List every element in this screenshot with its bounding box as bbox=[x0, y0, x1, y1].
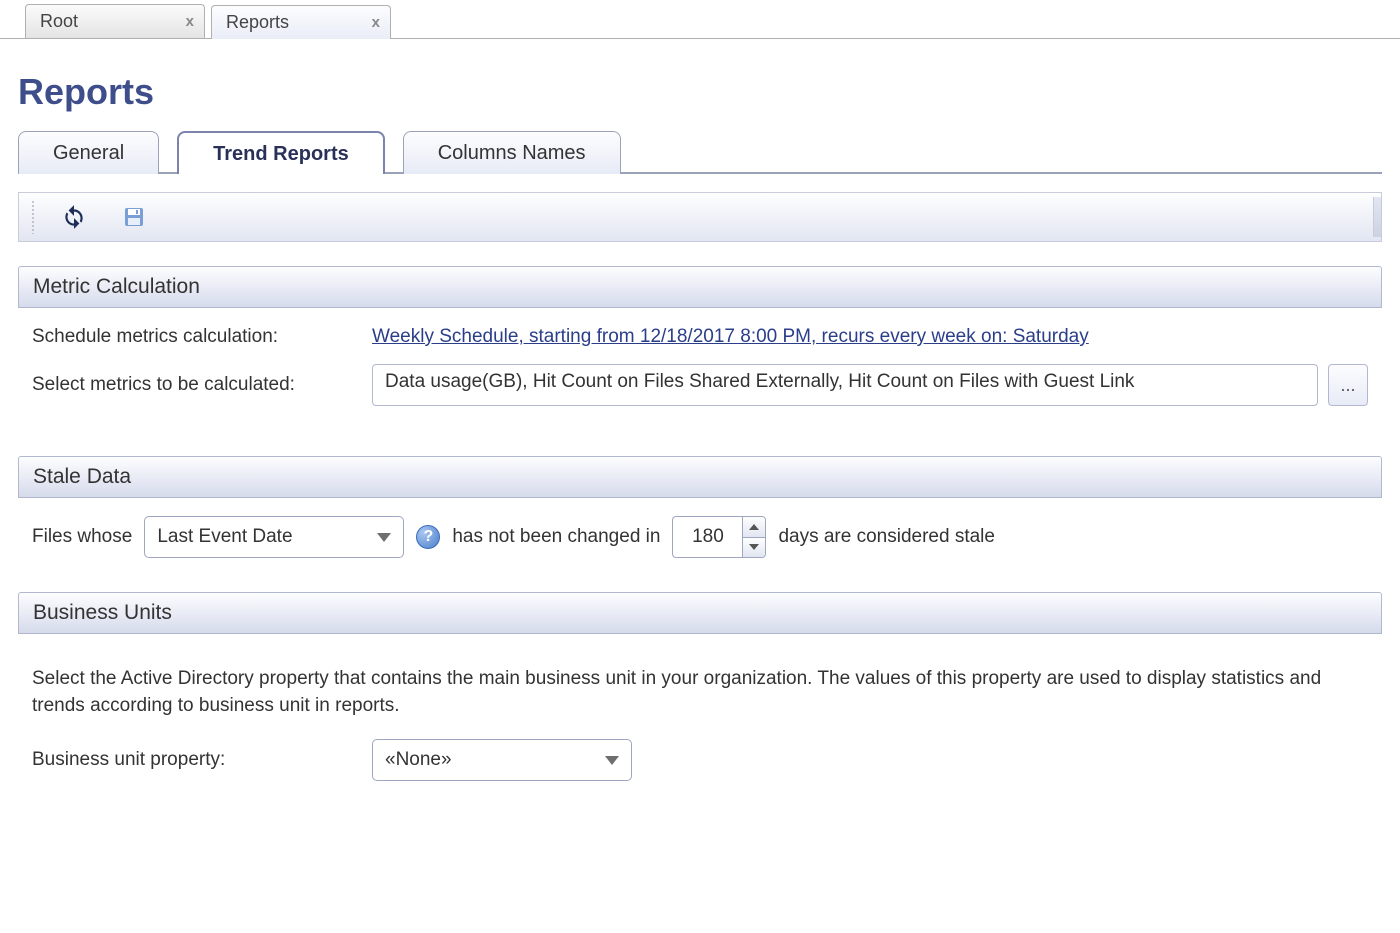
section-stale-data: Stale Data Files whose Last Event Date ?… bbox=[18, 456, 1382, 568]
tab-trend-reports-label: Trend Reports bbox=[213, 143, 349, 165]
metrics-browse-button[interactable]: ... bbox=[1328, 364, 1368, 406]
close-icon[interactable]: x bbox=[372, 14, 380, 31]
tab-columns-names[interactable]: Columns Names bbox=[403, 131, 621, 174]
toolbar bbox=[18, 192, 1382, 242]
section-metric-calculation: Metric Calculation Schedule metrics calc… bbox=[18, 266, 1382, 432]
page-title: Reports bbox=[18, 71, 1382, 113]
section-header-bu: Business Units bbox=[18, 592, 1382, 634]
bu-property-label: Business unit property: bbox=[32, 749, 362, 771]
bu-description: Select the Active Directory property tha… bbox=[32, 666, 1368, 719]
metrics-field[interactable]: Data usage(GB), Hit Count on Files Share… bbox=[372, 364, 1318, 406]
days-down-button[interactable] bbox=[743, 538, 765, 558]
bu-property-value: «None» bbox=[385, 749, 452, 771]
tab-trend-reports[interactable]: Trend Reports bbox=[177, 131, 385, 174]
date-type-select[interactable]: Last Event Date bbox=[144, 516, 404, 558]
chevron-down-icon bbox=[605, 756, 619, 765]
triangle-down-icon bbox=[749, 544, 759, 550]
window-tab-root[interactable]: Root x bbox=[25, 4, 205, 38]
stale-middle: has not been changed in bbox=[452, 526, 660, 548]
toolbar-overflow[interactable] bbox=[1373, 197, 1381, 237]
days-up-button[interactable] bbox=[743, 517, 765, 538]
window-tab-root-label: Root bbox=[40, 11, 78, 32]
triangle-up-icon bbox=[749, 524, 759, 530]
schedule-link[interactable]: Weekly Schedule, starting from 12/18/201… bbox=[372, 326, 1089, 348]
stale-prefix: Files whose bbox=[32, 526, 132, 548]
days-stepper[interactable] bbox=[672, 516, 766, 558]
date-type-value: Last Event Date bbox=[157, 526, 292, 548]
refresh-icon bbox=[61, 204, 87, 230]
close-icon[interactable]: x bbox=[186, 13, 194, 30]
save-icon bbox=[122, 205, 146, 229]
days-input[interactable] bbox=[672, 516, 742, 558]
toolbar-grip bbox=[31, 200, 35, 234]
sub-tab-bar: General Trend Reports Columns Names bbox=[18, 129, 1382, 174]
bu-property-select[interactable]: «None» bbox=[372, 739, 632, 781]
help-icon[interactable]: ? bbox=[416, 525, 440, 549]
section-header-stale: Stale Data bbox=[18, 456, 1382, 498]
save-button[interactable] bbox=[113, 199, 155, 235]
refresh-button[interactable] bbox=[53, 199, 95, 235]
window-tab-reports-label: Reports bbox=[226, 12, 289, 33]
schedule-label: Schedule metrics calculation: bbox=[32, 326, 362, 348]
stale-suffix: days are considered stale bbox=[778, 526, 995, 548]
tab-general-label: General bbox=[53, 142, 124, 164]
chevron-down-icon bbox=[377, 533, 391, 542]
window-tab-reports[interactable]: Reports x bbox=[211, 5, 391, 39]
section-header-metric: Metric Calculation bbox=[18, 266, 1382, 308]
tab-general[interactable]: General bbox=[18, 131, 159, 174]
window-tab-bar: Root x Reports x bbox=[0, 0, 1400, 39]
select-metrics-label: Select metrics to be calculated: bbox=[32, 374, 362, 396]
tab-columns-names-label: Columns Names bbox=[438, 142, 586, 164]
section-business-units: Business Units Select the Active Directo… bbox=[18, 592, 1382, 807]
